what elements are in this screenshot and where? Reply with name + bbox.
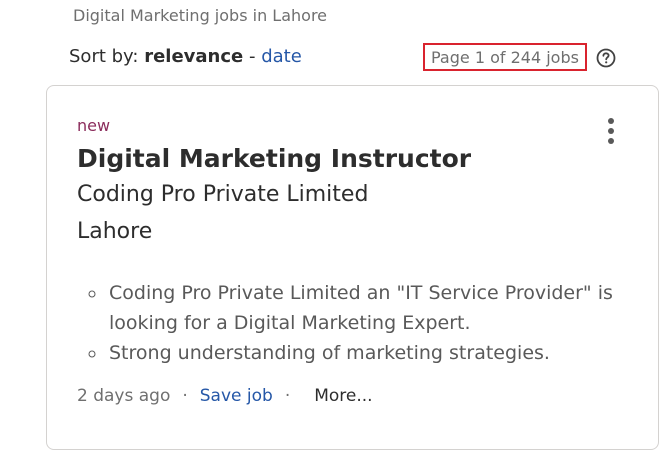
sort-date-link[interactable]: date: [261, 46, 302, 67]
footer-dot: ·: [284, 386, 291, 406]
sort-label: Sort by:: [69, 46, 139, 67]
search-heading: Digital Marketing jobs in Lahore: [73, 6, 328, 25]
new-badge: new: [77, 116, 111, 135]
help-circle-icon[interactable]: [596, 48, 616, 68]
page-count: Page 1 of 244 jobs: [423, 43, 587, 71]
sort-relevance: relevance: [144, 46, 244, 67]
sort-bar: Sort by: relevance - date: [69, 46, 302, 67]
job-location: Lahore: [77, 219, 153, 244]
save-job-button[interactable]: Save job: [200, 386, 273, 406]
job-card[interactable]: new Digital Marketing Instructor Coding …: [46, 85, 659, 450]
snippet-item: Strong understanding of marketing strate…: [107, 338, 647, 368]
sort-separator: -: [248, 46, 256, 67]
job-title[interactable]: Digital Marketing Instructor: [77, 144, 471, 173]
company-name: Coding Pro Private Limited: [77, 182, 369, 207]
snippet-item: Coding Pro Private Limited an "IT Servic…: [107, 278, 647, 338]
card-footer: 2 days ago · Save job · More...: [77, 386, 373, 406]
more-vertical-icon[interactable]: [603, 118, 619, 148]
footer-dot: ·: [182, 386, 188, 406]
more-button[interactable]: More...: [314, 386, 372, 406]
posted-date: 2 days ago: [77, 386, 171, 406]
job-snippet: Coding Pro Private Limited an "IT Servic…: [87, 278, 647, 368]
